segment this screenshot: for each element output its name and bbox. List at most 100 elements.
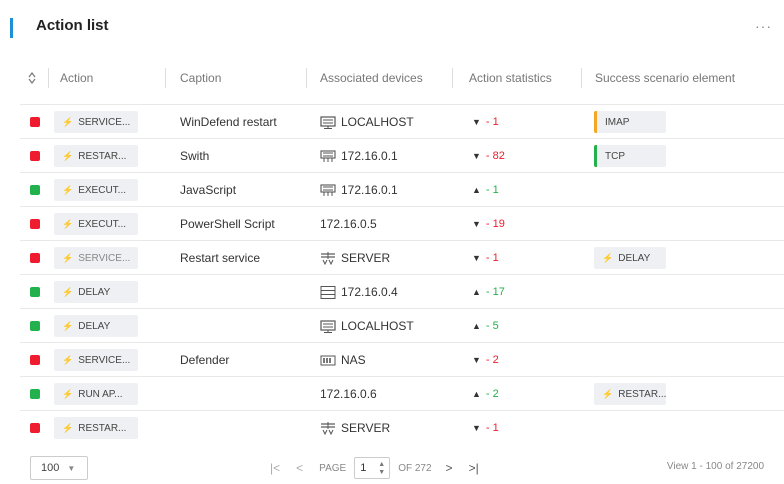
action-tag[interactable]: ⚡ RESTAR... <box>54 417 138 439</box>
associated-device[interactable]: 172.16.0.1 <box>320 139 398 173</box>
table-footer: 100 ▼ |< < PAGE 1 ▲ ▼ OF 272 > >| View 1 … <box>0 448 784 484</box>
action-label: RUN AP... <box>78 388 123 400</box>
table-row[interactable]: ⚡ SERVICE... Defender NAS ▼ - 2 <box>20 342 784 376</box>
success-scenario-tag[interactable]: ⚡ RESTAR... <box>594 383 666 405</box>
action-cell: ⚡ EXECUT... <box>54 207 138 241</box>
table-row[interactable]: ⚡ EXECUT... PowerShell Script 172.16.0.5 ▼ - … <box>20 206 784 240</box>
last-page-icon[interactable]: >| <box>469 461 479 475</box>
status-cell <box>30 105 40 139</box>
lightning-icon: ⚡ <box>62 116 74 127</box>
associated-device[interactable]: LOCALHOST <box>320 105 414 139</box>
sort-icon[interactable] <box>28 60 36 96</box>
associated-device[interactable]: LOCALHOST <box>320 309 414 343</box>
stat-value: 1 <box>492 184 499 196</box>
stat-separator: - <box>485 320 493 332</box>
device-label: 172.16.0.4 <box>341 285 398 299</box>
prev-page-icon[interactable]: < <box>296 461 303 475</box>
chevron-down-icon: ▼ <box>67 463 76 473</box>
column-header-associated-devices[interactable]: Associated devices <box>320 60 423 96</box>
action-tag[interactable]: ⚡ SERVICE... <box>54 111 138 133</box>
action-statistic: ▲ - 5 <box>472 309 499 343</box>
arrow-down-icon: ▼ <box>472 355 481 365</box>
stat-value: 1 <box>492 252 499 264</box>
action-statistic: ▼ - 1 <box>472 411 499 445</box>
lightning-icon: ⚡ <box>62 218 74 229</box>
page-size-select[interactable]: 100 ▼ <box>30 456 88 480</box>
action-statistic: ▼ - 2 <box>472 343 499 377</box>
status-indicator <box>30 321 40 331</box>
action-tag[interactable]: ⚡ EXECUT... <box>54 213 138 235</box>
arrow-up-icon: ▲ <box>472 287 481 297</box>
table-row[interactable]: ⚡ DELAY LOCALHOST ▲ - 5 <box>20 308 784 342</box>
lightning-icon: ⚡ <box>62 320 74 331</box>
associated-device[interactable]: 172.16.0.5 <box>320 207 377 241</box>
status-cell <box>30 377 40 411</box>
success-scenario-tag[interactable]: TCP <box>594 145 666 167</box>
arrow-down-icon: ▼ <box>472 151 481 161</box>
associated-device[interactable]: NAS <box>320 343 366 377</box>
status-indicator <box>30 355 40 365</box>
stat-separator: - <box>485 252 493 264</box>
column-header-action-statistics[interactable]: Action statistics <box>469 60 552 96</box>
action-tag[interactable]: ⚡ DELAY <box>54 281 138 303</box>
associated-device[interactable]: SERVER <box>320 241 390 275</box>
device-label: 172.16.0.6 <box>320 387 377 401</box>
action-label: SERVICE... <box>78 116 131 128</box>
page-label: PAGE <box>319 462 347 474</box>
associated-device[interactable]: 172.16.0.1 <box>320 173 398 207</box>
success-scenario-tag[interactable]: IMAP <box>594 111 666 133</box>
success-cell: ⚡ RESTAR... <box>594 377 666 411</box>
header-accent-bar <box>10 18 13 38</box>
next-page-icon[interactable]: > <box>446 461 453 475</box>
column-header-caption[interactable]: Caption <box>180 60 221 96</box>
first-page-icon[interactable]: |< <box>270 461 280 475</box>
status-cell <box>30 343 40 377</box>
status-cell <box>30 207 40 241</box>
table-row[interactable]: ⚡ SERVICE... WinDefend restart LOCALHOST ▼ - … <box>20 104 784 138</box>
action-statistic: ▲ - 2 <box>472 377 499 411</box>
associated-device[interactable]: 172.16.0.6 <box>320 377 377 411</box>
caption-text: PowerShell Script <box>180 217 275 231</box>
associated-device[interactable]: 172.16.0.4 <box>320 275 398 309</box>
page-number-input[interactable]: 1 ▲ ▼ <box>354 457 391 479</box>
table-row[interactable]: ⚡ RESTAR... SERVER ▼ - 1 <box>20 410 784 444</box>
monitor-icon <box>320 115 336 129</box>
table-row[interactable]: ⚡ SERVICE... Restart service SERVER ▼ - 1 ⚡ DEL… <box>20 240 784 274</box>
action-tag[interactable]: ⚡ SERVICE... <box>54 247 138 269</box>
lightning-icon: ⚡ <box>62 388 74 399</box>
action-statistic: ▲ - 1 <box>472 173 499 207</box>
more-options-icon[interactable]: ··· <box>755 18 772 34</box>
success-label: IMAP <box>605 116 630 128</box>
arrow-down-icon: ▼ <box>472 219 481 229</box>
action-tag[interactable]: ⚡ RUN AP... <box>54 383 138 405</box>
action-statistic: ▼ - 1 <box>472 105 499 139</box>
column-header-success-scenario-element[interactable]: Success scenario element <box>595 60 735 96</box>
lightning-icon: ⚡ <box>62 422 74 433</box>
associated-device[interactable]: SERVER <box>320 411 390 445</box>
stat-separator: - <box>485 218 493 230</box>
column-header-action[interactable]: Action <box>60 60 93 96</box>
action-cell: ⚡ SERVICE... <box>54 241 138 275</box>
action-tag[interactable]: ⚡ EXECUT... <box>54 179 138 201</box>
action-tag[interactable]: ⚡ SERVICE... <box>54 349 138 371</box>
page-stepper-icon[interactable]: ▲ ▼ <box>378 461 385 477</box>
table-row[interactable]: ⚡ RESTAR... Swith 172.16.0.1 ▼ - 82 TCP <box>20 138 784 172</box>
success-scenario-tag[interactable]: ⚡ DELAY <box>594 247 666 269</box>
arrow-down-icon: ▼ <box>472 253 481 263</box>
table-row[interactable]: ⚡ EXECUT... JavaScript 172.16.0.1 ▲ - 1 <box>20 172 784 206</box>
action-cell: ⚡ SERVICE... <box>54 105 138 139</box>
table-row[interactable]: ⚡ DELAY 172.16.0.4 ▲ - 17 <box>20 274 784 308</box>
action-tag[interactable]: ⚡ RESTAR... <box>54 145 138 167</box>
stat-value: 1 <box>492 116 499 128</box>
action-label: EXECUT... <box>78 218 127 230</box>
success-label: RESTAR... <box>618 388 667 400</box>
stat-value: 2 <box>492 388 499 400</box>
arrow-up-icon: ▲ <box>472 389 481 399</box>
action-statistic: ▼ - 19 <box>472 207 505 241</box>
stat-separator: - <box>485 150 493 162</box>
page-of-label: OF 272 <box>398 462 432 474</box>
lightning-icon: ⚡ <box>62 252 74 263</box>
table-row[interactable]: ⚡ RUN AP... 172.16.0.6 ▲ - 2 ⚡ RESTAR... <box>20 376 784 410</box>
action-tag[interactable]: ⚡ DELAY <box>54 315 138 337</box>
status-cell <box>30 411 40 445</box>
